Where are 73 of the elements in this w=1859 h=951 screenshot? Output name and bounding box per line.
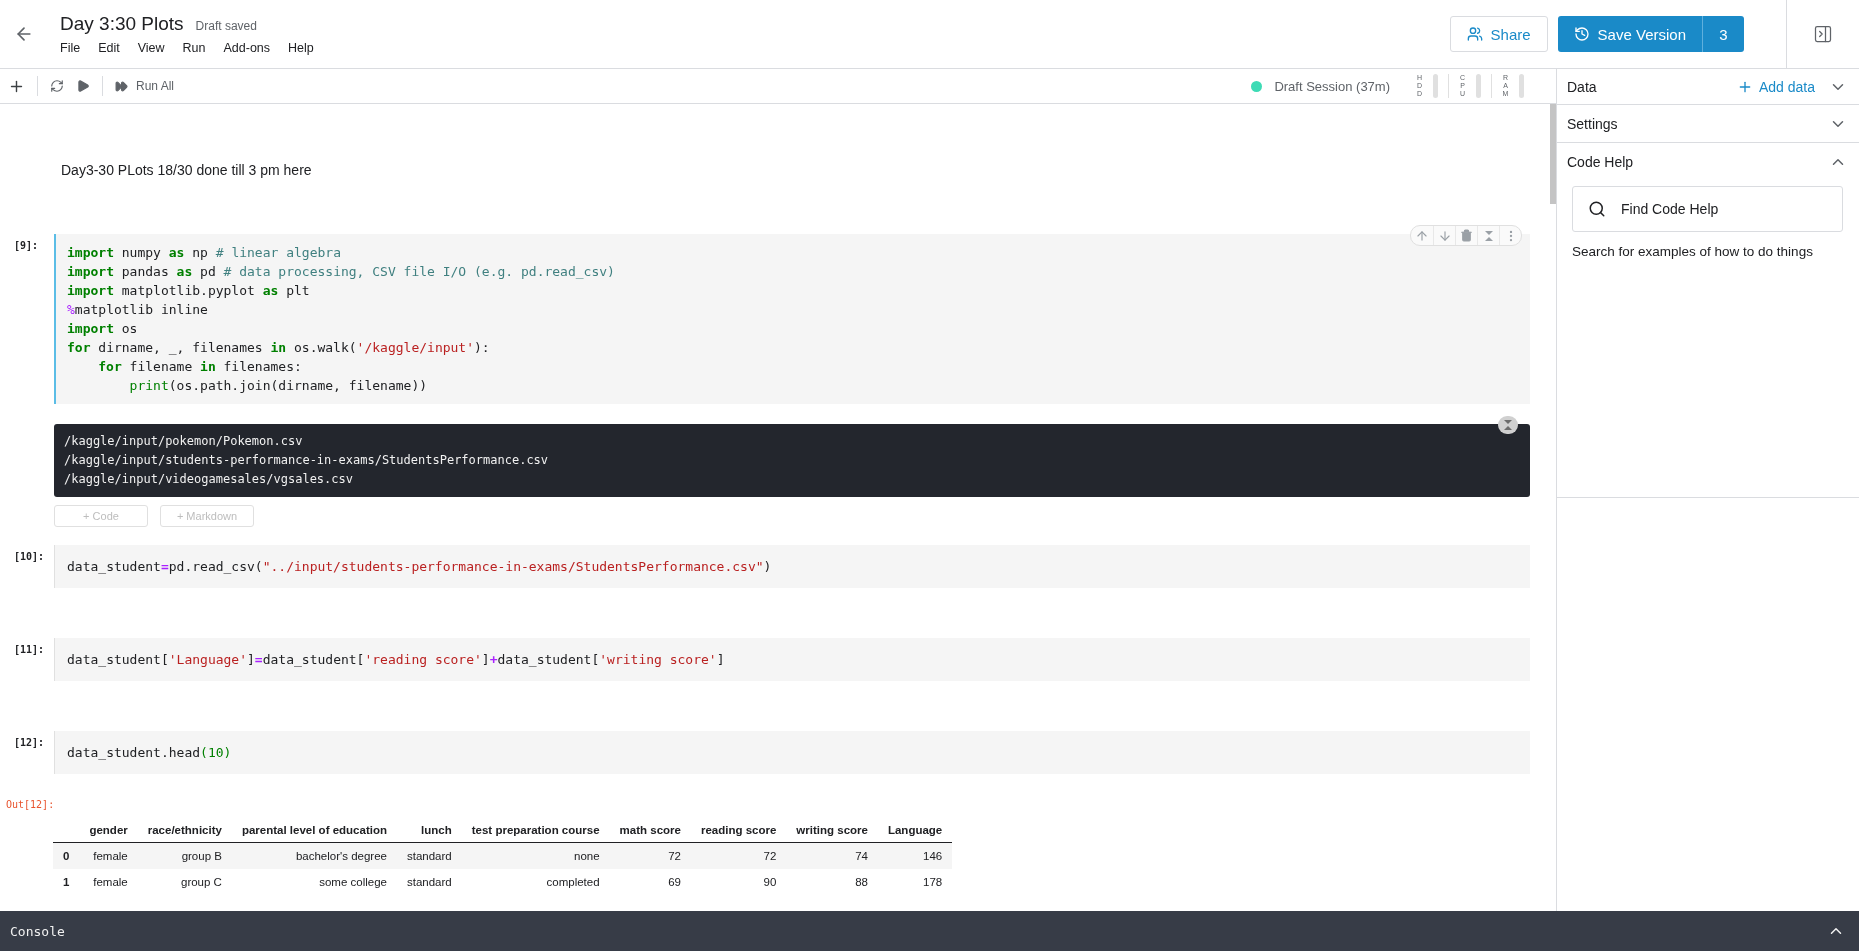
code-line: import matplotlib.pyplot as plt	[67, 282, 311, 300]
section-title[interactable]: Code Help	[1567, 153, 1821, 170]
menu-item[interactable]: Add-ons	[223, 41, 271, 55]
code-cell[interactable]: data_student.head(10)	[54, 731, 1530, 774]
table-cell: 146	[877, 842, 953, 869]
people-icon	[1466, 26, 1483, 42]
console-bar[interactable]: Console	[0, 911, 1859, 951]
menu-item[interactable]: Run	[182, 41, 206, 55]
help-hint: Search for examples of how to do things	[1572, 244, 1814, 259]
column-header: reading score	[690, 818, 787, 843]
menu-item[interactable]: Help	[288, 41, 314, 55]
cell-prompt: [12]:	[13, 736, 46, 750]
refresh-icon[interactable]	[50, 79, 64, 93]
menu-item[interactable]: View	[137, 41, 165, 55]
share-button[interactable]: Share	[1449, 16, 1548, 52]
code-line: data_student.head(10)	[67, 744, 233, 762]
fast-forward-icon	[115, 79, 128, 93]
search-icon	[1588, 200, 1606, 218]
table-cell: 72	[609, 842, 691, 869]
collapse-panel-icon[interactable]	[1813, 24, 1833, 44]
save-status: Draft saved	[195, 19, 257, 33]
cell-prompt: [9]:	[13, 239, 40, 253]
save-version-button[interactable]: Save Version	[1557, 16, 1702, 52]
console-label: Console	[10, 923, 65, 939]
play-icon[interactable]	[76, 79, 90, 93]
output-line: /kaggle/input/students-performance-in-exams/StudentsPerformance.csv	[64, 452, 550, 469]
code-line: %matplotlib inline	[67, 301, 209, 319]
code-line: print(os.path.join(dirname, filename))	[128, 377, 429, 395]
code-cell[interactable]	[54, 234, 1530, 404]
table-cell: female	[79, 842, 138, 869]
section-title[interactable]: Settings	[1567, 115, 1821, 132]
column-header: math score	[609, 818, 691, 843]
code-cell[interactable]: data_student['Language']=data_student['reading score']+data_student['writing score']	[54, 638, 1530, 681]
code-line: for filename in filenames:	[97, 358, 303, 376]
column-header: race/ethnicity	[137, 818, 232, 843]
code-line: import numpy as np # linear algebra	[67, 244, 342, 262]
cell-prompt: [10]:	[13, 550, 46, 564]
version-count-button[interactable]: 3	[1702, 16, 1744, 52]
collapse-output-icon[interactable]	[1498, 416, 1518, 434]
column-header: test preparation course	[461, 818, 610, 843]
code-line: data_student=pd.read_csv("../input/students-performance-in-exams/StudentsPerformance.csv")	[67, 558, 773, 576]
cell-prompt: [11]:	[13, 643, 46, 657]
markdown-text: Day3-30 PLots 18/30 done till 3 pm here	[61, 162, 313, 178]
table-cell: 74	[786, 842, 878, 869]
scrollbar[interactable]	[1550, 104, 1556, 204]
run-all-button[interactable]: Run All	[115, 79, 175, 93]
column-header: writing score	[786, 818, 878, 843]
notebook-title[interactable]: Day 3:30 Plots	[60, 13, 184, 35]
table-cell: bachelor's degree	[231, 842, 397, 869]
code-line: for dirname, _, filenames in os.walk('/kaggle/input'):	[67, 339, 491, 357]
table-cell: none	[461, 842, 610, 869]
session-status-dot	[1251, 80, 1263, 92]
output-prompt: Out[12]:	[5, 799, 55, 810]
column-header: Language	[877, 818, 953, 843]
output-line: /kaggle/input/videogamesales/vgsales.csv	[64, 471, 354, 488]
column-header: lunch	[397, 818, 462, 843]
add-data-button[interactable]: Add data	[1736, 78, 1815, 95]
code-line: import pandas as pd # data processing, CSV file I/O (e.g. pd.read_csv)	[67, 263, 616, 281]
output-line: /kaggle/input/pokemon/Pokemon.csv	[64, 433, 304, 450]
search-field[interactable]: Find Code Help	[1572, 186, 1843, 232]
code-line: import os	[67, 320, 139, 338]
column-header: parental level of education	[231, 818, 397, 843]
column-header: gender	[79, 818, 138, 843]
history-icon	[1573, 26, 1590, 42]
code-cell[interactable]: data_student=pd.read_csv("../input/students-performance-in-exams/StudentsPerformance.csv")	[54, 545, 1530, 588]
session-label: Draft Session (37m)	[1274, 78, 1390, 94]
table-cell: 0	[53, 842, 80, 869]
code-line: data_student['Language']=data_student['reading score']+data_student['writing score']	[67, 651, 726, 669]
table-cell: 72	[690, 842, 787, 869]
menu-item[interactable]: Edit	[98, 41, 120, 55]
section-title[interactable]: Data	[1567, 78, 1729, 95]
menu-item[interactable]: File	[60, 41, 81, 55]
table-cell: group B	[137, 842, 232, 869]
